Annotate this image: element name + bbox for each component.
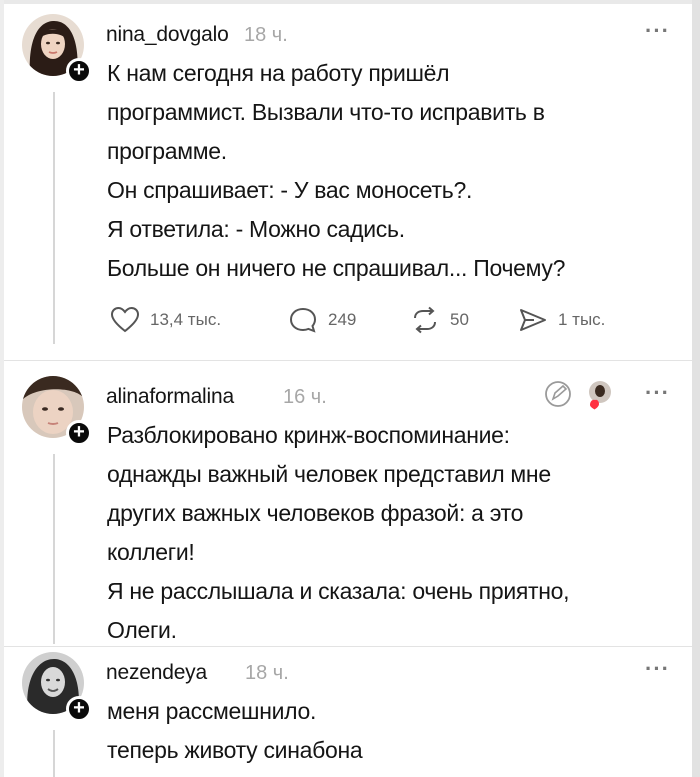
post-actions: 13,4 тыс. 249 50 1 тыс. [110,306,670,340]
post-text-line: программист. Вызвали что-то исправить в [107,99,545,125]
more-dots-icon[interactable]: ··· [645,18,670,44]
share-icon [520,309,546,331]
repost-count: 50 [450,310,469,329]
post-username[interactable]: alinaformalina [106,385,234,409]
share-count: 1 тыс. [558,310,606,329]
post-text-line: теперь животу синабона [107,737,363,763]
like-button[interactable]: 13,4 тыс. [110,306,221,334]
comment-icon [289,307,317,333]
repost-button[interactable]: 50 [410,306,469,334]
thread-line [53,92,55,344]
post-text-line: Олеги. [107,617,177,643]
post-text-line: К нам сегодня на работу пришёл [107,60,450,86]
thread-post: + nezendeya 18 ч. ··· меня рассмешнило. … [0,652,700,777]
thread-line [53,454,55,644]
repost-icon [414,306,436,334]
post-text-line: других важных человеков фразой: а это [107,500,524,526]
reaction-icons [542,378,620,415]
more-dots-icon[interactable]: ··· [645,656,670,682]
post-username[interactable]: nina_dovgalo [106,23,229,47]
avatar[interactable]: + [22,652,94,728]
heart-icon [110,306,140,333]
post-time: 18 ч. [245,662,289,684]
more-dots-icon[interactable]: ··· [645,380,670,406]
post-text-line: Больше он ничего не спрашивал... Почему? [107,255,566,281]
post-time: 16 ч. [283,386,327,408]
post-text-line: Я ответила: - Можно садись. [107,216,405,242]
post-text-line: Он спрашивает: - У вас моносеть?. [107,177,473,203]
author-liked-icon [589,381,611,410]
post-text-line: однажды важный человек представил мне [107,461,551,487]
comment-button[interactable]: 249 [288,306,356,334]
edit-icon[interactable] [545,381,571,407]
divider [4,360,692,361]
post-text-line: меня рассмешнило. [107,698,317,724]
post-text-line: Я не расслышала и сказала: очень приятно… [107,578,570,604]
frame-top-edge [0,0,700,4]
share-button[interactable]: 1 тыс. [518,306,605,334]
post-text-line: программе. [107,138,227,164]
avatar[interactable]: + [22,14,94,90]
follow-plus-icon[interactable]: + [66,58,92,84]
follow-plus-icon[interactable]: + [66,420,92,446]
post-time: 18 ч. [244,24,288,46]
thread-line [53,730,55,777]
follow-plus-icon[interactable]: + [66,696,92,722]
avatar[interactable]: + [22,376,94,452]
thread-post: + nina_dovgalo 18 ч. ··· К нам сегодня н… [0,14,700,359]
comment-count: 249 [328,310,357,329]
post-text-line: коллеги! [107,539,195,565]
like-count: 13,4 тыс. [150,310,222,329]
post-text-line: Разблокировано кринж-воспоминание: [107,422,510,448]
thread-post: + alinaformalina 16 ч. ··· Разблокирован… [0,376,700,646]
divider [4,646,692,647]
post-username[interactable]: nezendeya [106,661,207,685]
